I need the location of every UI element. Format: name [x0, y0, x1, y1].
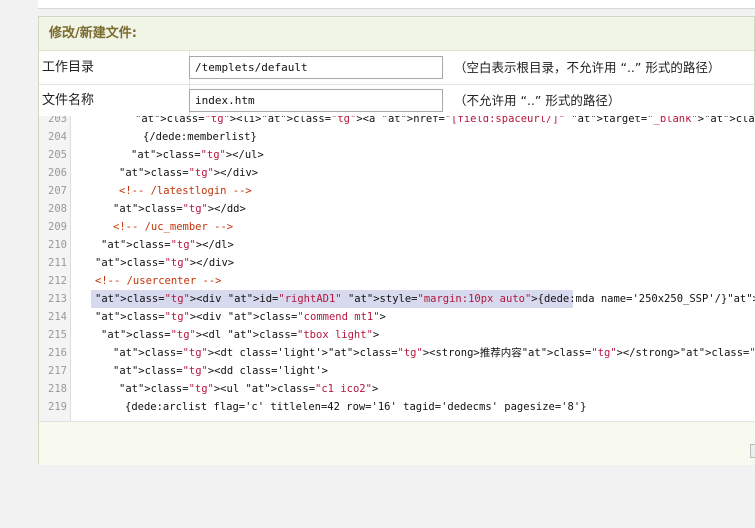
line-number: 205 — [48, 149, 67, 161]
code-text: "at">class="tg"></div> — [119, 167, 259, 179]
code-text: "at">class="tg"></dl> — [101, 239, 234, 251]
line-number: 211 — [48, 257, 67, 269]
footer-button[interactable] — [750, 444, 755, 458]
code-line: 212 <!-- /usercenter --> — [39, 272, 755, 290]
code-line: 219 {dede:arclist flag='c' titlelen=42 ro… — [39, 398, 755, 416]
filename-label: 文件名称 — [39, 84, 190, 117]
workdir-hint: （空白表示根目录，不允许用 “..” 形式的路径） — [454, 60, 721, 75]
code-line: 211 "at">class="tg"></div> — [39, 254, 755, 272]
code-line: 208 "at">class="tg"></dd> — [39, 200, 755, 218]
filename-hint: （不允许用 “..” 形式的路径） — [454, 93, 621, 108]
line-number: 218 — [48, 383, 67, 395]
line-number: 204 — [48, 131, 67, 143]
code-line: 218 "at">class="tg"><ul "at">class="c1 ic… — [39, 380, 755, 398]
code-line: 213 "at">class="tg"><div "at">id="rightAD… — [39, 290, 755, 308]
code-line: 205 "at">class="tg"></ul> — [39, 146, 755, 164]
filename-input[interactable]: index.htm — [189, 89, 443, 112]
code-text: "at">class="tg"><dd class='light'> — [113, 365, 328, 377]
code-text: "at">class="tg"><div "at">id="rightAD1" … — [95, 293, 755, 305]
code-text: "at">class="tg"></dd> — [113, 203, 246, 215]
line-number: 212 — [48, 275, 67, 287]
code-text: "at">class="tg"></div> — [95, 257, 235, 269]
line-number: 215 — [48, 329, 67, 341]
code-line: 215 "at">class="tg"><dl "at">class="tbox … — [39, 326, 755, 344]
code-line: 209 <!-- /uc_member --> — [39, 218, 755, 236]
top-bar — [38, 0, 755, 9]
code-text: "at">class="tg"><ul "at">class="c1 ico2"… — [119, 383, 379, 395]
panel-title: 修改/新建文件: — [39, 17, 754, 51]
line-number: 203 — [48, 116, 67, 125]
workdir-row: 工作目录 /templets/default （空白表示根目录，不允许用 “..… — [39, 51, 755, 85]
code-line: 206 "at">class="tg"></div> — [39, 164, 755, 182]
workdir-input[interactable]: /templets/default — [189, 56, 443, 79]
code-text: "at">class="tg"><dt class='light'>"at">c… — [113, 347, 755, 359]
line-number: 207 — [48, 185, 67, 197]
code-text: "at">class="tg"><div "at">class="commend… — [95, 311, 386, 323]
code-line: 210 "at">class="tg"></dl> — [39, 236, 755, 254]
workdir-label: 工作目录 — [39, 51, 190, 84]
line-number: 213 — [48, 293, 67, 305]
code-text: {dede:arclist flag='c' titlelen=42 row='… — [125, 401, 587, 413]
line-number: 219 — [48, 401, 67, 413]
code-text: <!-- /latestlogin --> — [119, 185, 252, 197]
code-text: <!-- /uc_member --> — [113, 221, 234, 233]
code-line: 217 "at">class="tg"><dd class='light'> — [39, 362, 755, 380]
code-line: 204 {/dede:memberlist} — [39, 128, 755, 146]
code-line: 214 "at">class="tg"><div "at">class="comm… — [39, 308, 755, 326]
code-line: 216 "at">class="tg"><dt class='light'>"at… — [39, 344, 755, 362]
code-line: 203 "at">class="tg"><li>"at">class="tg"><… — [39, 116, 755, 128]
filename-row: 文件名称 index.htm （不允许用 “..” 形式的路径） — [39, 84, 755, 118]
code-text: {/dede:memberlist} — [143, 131, 257, 143]
code-text: "at">class="tg"><dl "at">class="tbox lig… — [101, 329, 380, 341]
code-text: "at">class="tg"><li>"at">class="tg"><a "… — [135, 116, 755, 125]
code-text: <!-- /usercenter --> — [95, 275, 222, 287]
code-editor[interactable]: 203 "at">class="tg"><li>"at">class="tg"><… — [39, 116, 755, 422]
line-number: 206 — [48, 167, 67, 179]
code-line: 207 <!-- /latestlogin --> — [39, 182, 755, 200]
line-number: 214 — [48, 311, 67, 323]
editor-footer — [39, 422, 755, 465]
line-number: 216 — [48, 347, 67, 359]
file-edit-panel: 修改/新建文件: 工作目录 /templets/default （空白表示根目录… — [38, 16, 755, 465]
code-text: "at">class="tg"></ul> — [131, 149, 264, 161]
line-number: 209 — [48, 221, 67, 233]
line-number: 208 — [48, 203, 67, 215]
line-number: 210 — [48, 239, 67, 251]
line-number: 217 — [48, 365, 67, 377]
